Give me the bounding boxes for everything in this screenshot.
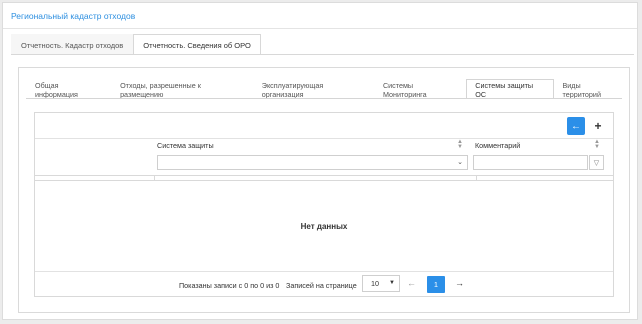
tab-oro-info[interactable]: Отчетность. Сведения об ОРО — [133, 34, 261, 55]
per-page-value: 10 — [371, 279, 379, 288]
inner-tabs: Общая информация Отходы, разрешенные к р… — [26, 79, 629, 99]
tab-protection-systems[interactable]: Системы защиты ОС — [466, 79, 554, 99]
per-page-select[interactable]: 10 ▼ — [362, 275, 400, 292]
tab-allowed-waste[interactable]: Отходы, разрешенные к размещению — [111, 79, 253, 99]
column-divider — [154, 175, 155, 181]
column-divider — [476, 175, 477, 181]
grid-header-separator — [35, 175, 613, 181]
prev-page-button[interactable]: ← — [407, 278, 416, 288]
protection-system-filter-select[interactable]: ⌄ — [157, 155, 468, 170]
sort-icon[interactable]: ▲ ▼ — [457, 139, 463, 150]
next-page-button[interactable]: → — [455, 278, 464, 288]
title-divider — [3, 28, 637, 29]
top-tabs: Отчетность. Кадастр отходов Отчетность. … — [11, 34, 261, 55]
app-title: Региональный кадастр отходов — [11, 11, 136, 21]
inner-tabs-divider — [26, 98, 622, 99]
tab-territory-types[interactable]: Виды территорий — [554, 79, 630, 99]
arrow-left-icon: ← — [571, 120, 581, 132]
caret-down-icon: ▼ — [389, 280, 395, 286]
filter-button[interactable]: ▽ — [589, 155, 604, 170]
add-button[interactable]: + — [589, 117, 607, 135]
top-tabs-divider — [11, 54, 634, 55]
back-button[interactable]: ← — [567, 117, 585, 135]
grid-header-divider — [35, 138, 613, 139]
sort-icon[interactable]: ▲ ▼ — [594, 139, 600, 150]
comment-filter-input[interactable] — [473, 155, 588, 170]
chevron-down-icon: ⌄ — [457, 159, 463, 166]
current-page-button[interactable]: 1 — [427, 276, 445, 293]
tab-operating-org[interactable]: Эксплуатирующая организация — [253, 79, 374, 99]
column-header-protection-system[interactable]: Система защиты — [157, 141, 214, 150]
empty-state-text: Нет данных — [300, 222, 348, 231]
tab-waste-cadastre[interactable]: Отчетность. Кадастр отходов — [11, 34, 134, 55]
column-header-comment[interactable]: Комментарий — [475, 141, 520, 150]
grid-footer-divider — [35, 271, 613, 272]
inner-panel: Общая информация Отходы, разрешенные к р… — [18, 67, 630, 313]
pager-info: Показаны записи с 0 по 0 из 0 — [179, 281, 280, 290]
plus-icon: + — [594, 119, 602, 133]
tab-monitoring-systems[interactable]: Системы Мониторинга — [374, 79, 466, 99]
per-page-label: Записей на странице — [286, 281, 357, 290]
main-card: Региональный кадастр отходов Отчетность.… — [2, 2, 638, 320]
data-grid: ← + Система защиты ▲ ▼ Комментарий ▲ ▼ ⌄ ▽… — [34, 112, 614, 297]
filter-icon: ▽ — [593, 159, 600, 167]
tab-general-info[interactable]: Общая информация — [26, 79, 111, 99]
